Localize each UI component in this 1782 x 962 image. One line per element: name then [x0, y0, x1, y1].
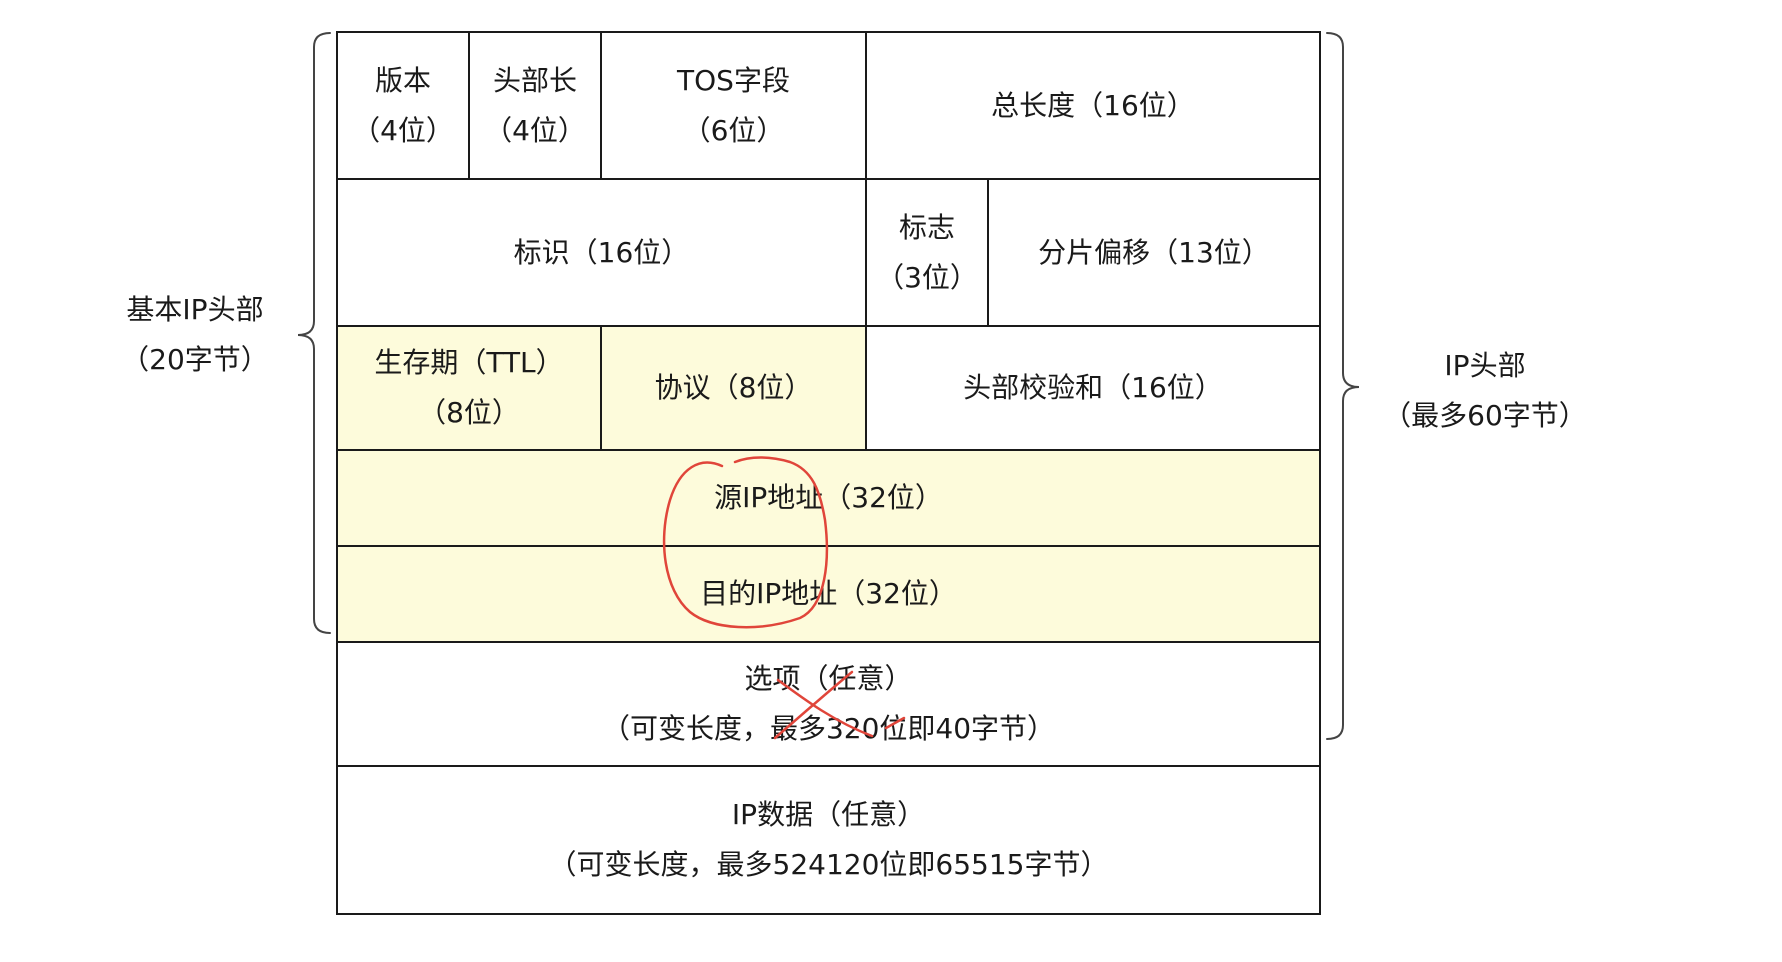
- ip-header-label: IP头部 （最多60字节）: [1370, 341, 1600, 441]
- cell-ip-data: IP数据（任意） （可变长度，最多524120位即65515字节）: [337, 766, 1320, 914]
- cell-header-length-name: 头部长: [492, 63, 577, 97]
- cell-ip-data-detail: （可变长度，最多524120位即65515字节）: [548, 848, 1109, 881]
- cell-ttl: 生存期（TTL） （8位）: [337, 326, 601, 450]
- cell-ip-data-name: IP数据（任意）: [731, 798, 926, 831]
- cell-tos: TOS字段 （6位）: [601, 32, 866, 179]
- cell-identification-label: 标识（16位）: [513, 235, 690, 269]
- cell-total-length: 总长度（16位）: [866, 32, 1320, 179]
- cell-ttl-name: 生存期（TTL）: [374, 346, 564, 379]
- cell-fragment-offset-label: 分片偏移（13位）: [1038, 235, 1270, 269]
- cell-version-bits: （4位）: [352, 113, 454, 147]
- basic-header-label: 基本IP头部 （20字节）: [100, 285, 290, 385]
- cell-identification: 标识（16位）: [337, 179, 866, 326]
- right-curly-brace: [1326, 32, 1360, 740]
- ip-header-diagram: 版本 （4位） 头部长 （4位） TOS字段 （6位） 总长度（16位） 标识（…: [0, 0, 1782, 962]
- cell-options-name: 选项（任意）: [744, 662, 913, 695]
- cell-flags: 标志 （3位）: [866, 179, 988, 326]
- cell-header-checksum-label: 头部校验和（16位）: [963, 371, 1223, 404]
- cell-version: 版本 （4位）: [337, 32, 469, 179]
- cell-version-name: 版本: [374, 63, 431, 97]
- cell-source-ip: 源IP地址（32位）: [337, 450, 1320, 546]
- cell-destination-ip: 目的IP地址（32位）: [337, 546, 1320, 642]
- cell-header-checksum: 头部校验和（16位）: [866, 326, 1320, 450]
- cell-source-ip-label: 源IP地址（32位）: [714, 481, 943, 514]
- cell-header-length: 头部长 （4位）: [469, 32, 601, 179]
- cell-flags-name: 标志: [898, 210, 955, 244]
- cell-tos-name: TOS字段: [677, 63, 790, 97]
- cell-protocol-label: 协议（8位）: [654, 371, 813, 404]
- cell-flags-bits: （3位）: [876, 260, 978, 294]
- cell-header-length-bits: （4位）: [484, 113, 586, 147]
- cell-protocol: 协议（8位）: [601, 326, 866, 450]
- cell-fragment-offset: 分片偏移（13位）: [988, 179, 1320, 326]
- basic-header-title: 基本IP头部: [126, 293, 264, 326]
- cell-ttl-bits: （8位）: [418, 396, 520, 429]
- cell-total-length-label: 总长度（16位）: [991, 88, 1195, 122]
- cell-options-detail: （可变长度，最多320位即40字节）: [601, 712, 1056, 745]
- left-curly-brace: [297, 32, 331, 634]
- ip-header-size: （最多60字节）: [1383, 399, 1587, 432]
- cell-destination-ip-label: 目的IP地址（32位）: [700, 577, 957, 610]
- ip-header-title: IP头部: [1444, 349, 1526, 382]
- cell-options: 选项（任意） （可变长度，最多320位即40字节）: [337, 642, 1320, 766]
- cell-tos-bits: （6位）: [682, 113, 785, 147]
- basic-header-size: （20字节）: [121, 343, 269, 376]
